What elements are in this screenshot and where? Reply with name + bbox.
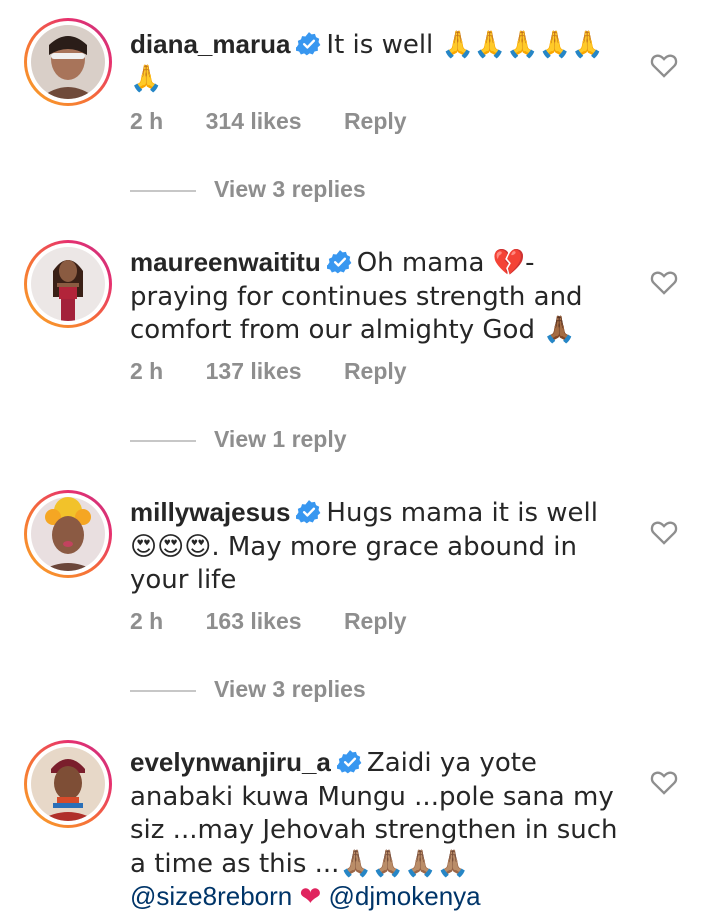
- like-heart-icon[interactable]: [650, 269, 678, 295]
- reply-button[interactable]: Reply: [344, 108, 407, 134]
- comment-text: evelynwanjiru_a Zaidi ya yote anabaki kuw…: [130, 746, 630, 914]
- view-replies-button[interactable]: View 3 replies: [130, 676, 366, 703]
- verified-badge-icon: [336, 750, 362, 774]
- reply-button[interactable]: Reply: [344, 358, 407, 384]
- view-replies-label: View 3 replies: [214, 176, 366, 202]
- avatar-image: [31, 497, 105, 571]
- avatar[interactable]: [24, 240, 112, 328]
- comment-meta: 2 h 314 likes Reply: [130, 108, 443, 135]
- avatar-image: [31, 25, 105, 99]
- replies-divider: [130, 689, 196, 692]
- replies-divider: [130, 439, 196, 442]
- mention-link[interactable]: @djmokenya: [329, 881, 481, 911]
- like-heart-icon[interactable]: [650, 52, 678, 78]
- like-heart-icon[interactable]: [650, 519, 678, 545]
- comment-text: millywajesus Hugs mama it is well 😍😍😍. Ma…: [130, 496, 630, 597]
- comment-meta: 2 h 137 likes Reply: [130, 358, 443, 385]
- comment-text: diana_marua It is well 🙏🙏🙏🙏🙏🙏: [130, 28, 630, 95]
- comment-username[interactable]: diana_marua: [130, 29, 290, 59]
- avatar-image: [31, 247, 105, 321]
- comment-username[interactable]: evelynwanjiru_a: [130, 747, 331, 777]
- view-replies-button[interactable]: View 3 replies: [130, 176, 366, 203]
- comment-username[interactable]: maureenwaititu: [130, 247, 321, 277]
- avatar-image: [31, 747, 105, 821]
- comment-meta: 2 h 163 likes Reply: [130, 608, 443, 635]
- heart-emoji-icon: ❤: [299, 882, 322, 912]
- likes-count[interactable]: 137 likes: [206, 358, 302, 384]
- view-replies-button[interactable]: View 1 reply: [130, 426, 347, 453]
- comment-time: 2 h: [130, 108, 164, 134]
- replies-divider: [130, 189, 196, 192]
- comment-time: 2 h: [130, 608, 164, 634]
- avatar[interactable]: [24, 740, 112, 828]
- verified-badge-icon: [296, 500, 321, 524]
- comment-time: 2 h: [130, 358, 164, 384]
- avatar[interactable]: [24, 18, 112, 106]
- comments-list: diana_marua It is well 🙏🙏🙏🙏🙏🙏 2 h 314 lik…: [0, 0, 720, 914]
- comment-username[interactable]: millywajesus: [130, 497, 290, 527]
- likes-count[interactable]: 163 likes: [206, 608, 302, 634]
- comment-text: maureenwaititu Oh mama 💔- praying for con…: [130, 246, 630, 347]
- verified-badge-icon: [296, 32, 321, 56]
- view-replies-label: View 3 replies: [214, 676, 366, 702]
- mention-link[interactable]: @size8reborn: [130, 881, 292, 911]
- like-heart-icon[interactable]: [650, 769, 678, 795]
- verified-badge-icon: [326, 250, 352, 274]
- avatar[interactable]: [24, 490, 112, 578]
- view-replies-label: View 1 reply: [214, 426, 347, 452]
- likes-count[interactable]: 314 likes: [206, 108, 302, 134]
- reply-button[interactable]: Reply: [344, 608, 407, 634]
